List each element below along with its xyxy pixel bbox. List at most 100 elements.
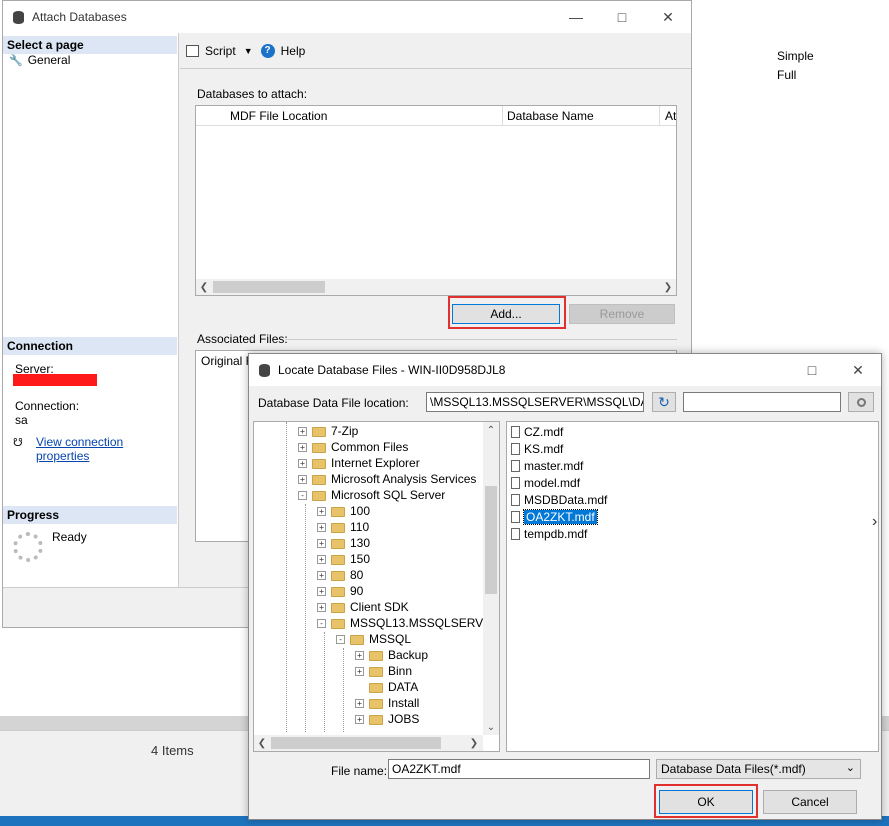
tree-item[interactable]: + Install	[355, 696, 419, 712]
scroll-left-icon[interactable]: ❮	[254, 735, 270, 751]
file-type-select[interactable]: Database Data Files(*.mdf) ⌄	[656, 759, 861, 779]
expand-icon[interactable]: +	[317, 571, 326, 581]
file-item[interactable]: master.mdf	[511, 458, 583, 474]
file-item[interactable]: OA2ZKT.mdf	[511, 509, 598, 525]
file-item-label: master.mdf	[524, 459, 584, 473]
file-item[interactable]: CZ.mdf	[511, 424, 563, 440]
search-button[interactable]	[848, 392, 874, 412]
view-connection-properties-link[interactable]: View connection properties	[36, 435, 178, 463]
tree-item-label: Client SDK	[350, 600, 409, 614]
file-item[interactable]: MSDBData.mdf	[511, 492, 607, 508]
tree-item-label: Microsoft Analysis Services	[331, 472, 477, 486]
expand-icon[interactable]: +	[298, 443, 307, 453]
file-list[interactable]: CZ.mdf KS.mdf master.mdf model.mdf MSDBData.…	[506, 421, 879, 752]
search-icon	[856, 397, 866, 407]
expand-icon[interactable]: +	[317, 539, 326, 549]
tree-item[interactable]: +7-Zip	[298, 424, 358, 440]
tree-h-scrollbar[interactable]: ❮ ❯	[254, 735, 483, 751]
collapse-icon[interactable]: -	[336, 635, 345, 645]
tree-item[interactable]: +80	[317, 568, 363, 584]
page-item-general[interactable]: 🔧 General	[9, 53, 70, 67]
expand-icon[interactable]: +	[355, 667, 364, 677]
cancel-button[interactable]: Cancel	[763, 790, 857, 814]
expand-icon[interactable]: +	[355, 699, 364, 709]
minimize-button[interactable]: —	[553, 1, 599, 33]
scroll-right-icon[interactable]: ❯	[660, 279, 676, 295]
tree-item[interactable]: + Common Files	[298, 440, 408, 456]
expand-icon[interactable]: +	[317, 603, 326, 613]
location-field[interactable]: \MSSQL13.MSSQLSERVER\MSSQL\DATA	[426, 392, 644, 412]
refresh-button[interactable]: ↻	[652, 392, 676, 412]
expand-icon[interactable]: +	[298, 475, 307, 485]
connection-label: Connection:	[15, 399, 80, 413]
expand-icon[interactable]: +	[355, 715, 364, 725]
collapse-icon[interactable]: -	[317, 619, 326, 629]
tree-v-scrollbar[interactable]: ⌃ ⌄	[483, 422, 499, 735]
databases-grid[interactable]: MDF File Location Database Name At ❮ ❯	[195, 105, 677, 296]
tree-item-label: Common Files	[331, 440, 409, 454]
tree-scroll-thumb[interactable]	[485, 486, 497, 594]
bg-col-value-1: Simple	[777, 49, 814, 63]
close-button[interactable]: ✕	[835, 354, 881, 386]
tree-item[interactable]: +150	[317, 552, 370, 568]
filename-label: File name:	[331, 764, 388, 778]
expand-icon[interactable]: +	[317, 523, 326, 533]
folder-icon	[312, 442, 326, 453]
scroll-up-icon[interactable]: ⌃	[483, 422, 499, 438]
tree-item[interactable]: + Internet Explorer	[298, 456, 420, 472]
scroll-left-icon[interactable]: ❮	[196, 279, 212, 295]
scroll-right-icon[interactable]: ❯	[466, 735, 482, 751]
folder-icon	[331, 602, 345, 613]
tree-item[interactable]: +130	[317, 536, 370, 552]
grid-h-scrollbar[interactable]: ❮ ❯	[196, 279, 676, 295]
file-item[interactable]: tempdb.mdf	[511, 526, 587, 542]
scroll-thumb[interactable]	[213, 281, 325, 293]
grid-col-dbname[interactable]: Database Name	[507, 109, 594, 123]
tree-item[interactable]: - MSSQL13.MSSQLSERVER	[317, 616, 499, 632]
folder-tree[interactable]: +7-Zip + Common Files + Internet Explorer + Mi…	[253, 421, 500, 752]
script-button[interactable]: Script	[205, 44, 236, 58]
tree-item[interactable]: - MSSQL	[336, 632, 411, 648]
expand-icon[interactable]: +	[298, 427, 307, 437]
file-item[interactable]: model.mdf	[511, 475, 580, 491]
tree-item[interactable]: + Binn	[355, 664, 412, 680]
search-field[interactable]	[683, 392, 841, 412]
filename-field[interactable]: OA2ZKT.mdf	[388, 759, 650, 779]
grid-header-row: MDF File Location Database Name At	[196, 106, 676, 126]
expand-icon[interactable]: +	[355, 651, 364, 661]
tree-item[interactable]: + Microsoft Analysis Services	[298, 472, 476, 488]
maximize-button[interactable]: □	[789, 354, 835, 386]
tree-item[interactable]: +110	[317, 520, 369, 536]
tree-item[interactable]: + Backup	[355, 648, 428, 664]
databases-to-attach-label: Databases to attach:	[197, 87, 308, 101]
grid-col-attach[interactable]: At	[665, 109, 676, 123]
tree-h-scroll-thumb[interactable]	[271, 737, 441, 749]
tree-item[interactable]: - Microsoft SQL Server	[298, 488, 445, 504]
file-icon	[511, 511, 520, 523]
grid-col-mdf[interactable]: MDF File Location	[230, 109, 327, 123]
help-button[interactable]: Help	[281, 44, 306, 58]
file-item[interactable]: KS.mdf	[511, 441, 563, 457]
remove-button[interactable]: Remove	[569, 304, 675, 324]
expand-icon[interactable]: +	[317, 587, 326, 597]
expand-icon[interactable]: +	[317, 555, 326, 565]
folder-icon	[369, 650, 383, 661]
folder-icon	[369, 714, 383, 725]
expand-icon[interactable]: +	[298, 459, 307, 469]
maximize-button[interactable]: □	[599, 1, 645, 33]
scroll-down-icon[interactable]: ⌄	[483, 719, 499, 735]
close-button[interactable]: ✕	[645, 1, 691, 33]
tree-item[interactable]: +90	[317, 584, 363, 600]
expand-icon[interactable]: +	[317, 507, 326, 517]
file-item-label: KS.mdf	[524, 442, 564, 456]
tree-item[interactable]: + JOBS	[355, 712, 419, 728]
tree-item-label: DATA	[388, 680, 419, 694]
toolbar: Script ▼ ? Help	[180, 33, 691, 69]
collapse-icon[interactable]: -	[298, 491, 307, 501]
tree-item[interactable]: +100	[317, 504, 370, 520]
chevron-down-icon[interactable]: ▼	[244, 46, 253, 56]
grid-col-divider	[502, 106, 503, 126]
tree-item[interactable]: DATA	[355, 680, 418, 696]
locate-database-files-dialog: Locate Database Files - WIN-II0D958DJL8 …	[248, 353, 882, 820]
tree-item[interactable]: + Client SDK	[317, 600, 409, 616]
